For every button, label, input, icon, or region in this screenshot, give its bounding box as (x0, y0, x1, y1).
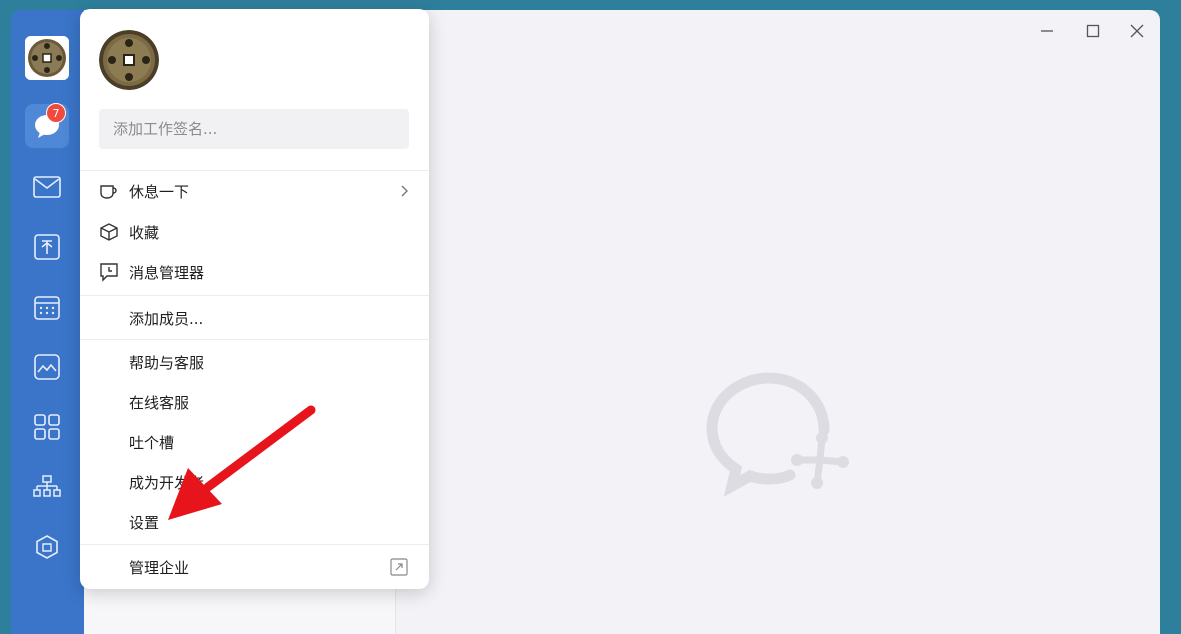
profile-popup-menu: 休息一下 收藏 消息管理器 添加成员... 帮助与客服 在线客服 吐个槽 成为开… (80, 9, 429, 589)
menu-item-manage-company[interactable]: 管理企业 (80, 549, 429, 585)
close-icon[interactable] (1122, 16, 1152, 46)
divider (80, 544, 429, 545)
menu-item-label: 消息管理器 (129, 263, 205, 282)
external-link-icon (390, 558, 408, 576)
cube-icon[interactable] (25, 525, 69, 569)
menu-item-label: 帮助与客服 (129, 353, 205, 372)
message-clock-icon (98, 261, 120, 283)
workbench-icon[interactable] (25, 345, 69, 389)
menu-item-favorites[interactable]: 收藏 (80, 214, 429, 250)
calendar-icon[interactable] (25, 285, 69, 329)
menu-item-rest[interactable]: 休息一下 (80, 173, 429, 209)
docs-icon[interactable] (25, 225, 69, 269)
divider (80, 295, 429, 296)
mail-icon[interactable] (25, 165, 69, 209)
coffee-cup-icon (98, 180, 120, 202)
menu-item-label: 吐个槽 (129, 433, 175, 452)
box-icon (98, 221, 120, 243)
maximize-icon[interactable] (1078, 16, 1108, 46)
unread-badge: 7 (46, 103, 66, 123)
menu-item-label: 添加成员... (129, 309, 204, 328)
minimize-icon[interactable] (1032, 16, 1062, 46)
user-avatar[interactable] (25, 36, 69, 80)
menu-item-label: 休息一下 (129, 182, 190, 201)
work-signature-input[interactable] (99, 109, 409, 149)
menu-item-message-manager[interactable]: 消息管理器 (80, 254, 429, 290)
menu-item-feedback[interactable]: 吐个槽 (80, 424, 429, 460)
menu-item-developer[interactable]: 成为开发者 (80, 464, 429, 500)
profile-avatar[interactable] (99, 30, 159, 90)
menu-item-label: 在线客服 (129, 393, 190, 412)
divider (80, 170, 429, 171)
menu-item-label: 收藏 (129, 223, 160, 242)
chat-icon[interactable]: 7 (25, 103, 69, 148)
chevron-right-icon (401, 185, 409, 197)
left-rail: 7 (11, 10, 84, 634)
apps-icon[interactable] (25, 405, 69, 449)
menu-item-online-support[interactable]: 在线客服 (80, 384, 429, 420)
menu-item-label: 管理企业 (129, 558, 190, 577)
menu-item-label: 设置 (129, 513, 160, 532)
divider (80, 339, 429, 340)
menu-item-settings[interactable]: 设置 (80, 504, 429, 540)
org-icon[interactable] (25, 465, 69, 509)
wecom-logo-icon (704, 370, 854, 504)
menu-item-help[interactable]: 帮助与客服 (80, 344, 429, 380)
menu-item-label: 成为开发者 (129, 473, 205, 492)
menu-item-add-member[interactable]: 添加成员... (80, 300, 429, 336)
coin-avatar-image (25, 36, 69, 80)
